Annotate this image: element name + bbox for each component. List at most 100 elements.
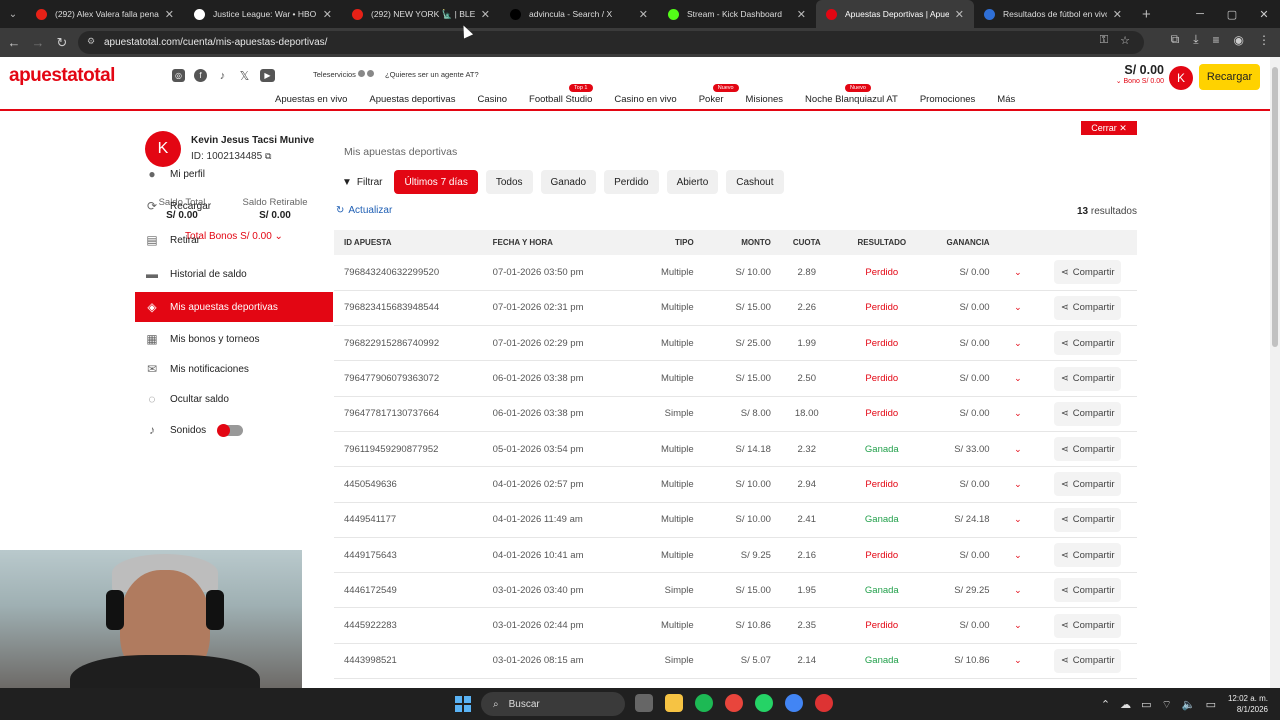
sidebar-item[interactable]: ▦ Mis bonos y torneos [135,324,333,354]
expand-chevron-icon[interactable]: ⌄ [997,607,1039,644]
nav-item[interactable]: Promociones [920,94,975,105]
tab-search-button[interactable]: ⌄ [0,0,26,28]
filter-chip[interactable]: Todos [485,170,533,194]
expand-chevron-icon[interactable]: ⌄ [997,325,1039,362]
task-view-icon[interactable] [635,694,653,712]
back-icon[interactable]: ← [2,35,26,50]
filter-chip[interactable]: Cashout [726,170,784,194]
sidebar-item[interactable]: ◈ Mis apuestas deportivas [135,292,333,322]
facebook-icon[interactable]: f [194,69,207,82]
taskbar-clock[interactable]: 12:02 a. m. 8/1/2026 [1228,693,1268,715]
share-button[interactable]: ⋖ Compartir [1053,543,1122,568]
expand-chevron-icon[interactable]: ⌄ [997,360,1039,397]
tab-close-icon[interactable]: ✕ [797,8,806,21]
browser-tab[interactable]: Stream - Kick Dashboard ✕ [658,0,816,28]
whatsapp-icon[interactable] [755,694,773,712]
network-icon[interactable]: ▭ [1141,698,1151,712]
expand-chevron-icon[interactable]: ⌄ [997,255,1039,291]
table-row[interactable]: 4446172549 03-01-2026 03:40 pm Simple S/ 15… [334,572,1137,609]
forward-icon[interactable]: → [26,35,50,50]
scrollbar-thumb[interactable] [1272,67,1278,347]
profile-avatar-icon[interactable]: ◉ [1234,33,1244,47]
filter-chip[interactable]: Abierto [666,170,719,194]
file-explorer-icon[interactable] [665,694,683,712]
battery-icon[interactable]: ▭ [1206,698,1216,712]
table-row[interactable]: 4450549636 04-01-2026 02:57 pm Multiple S/ … [334,466,1137,503]
recargar-button[interactable]: Recargar [1199,64,1260,90]
close-button[interactable]: Cerrar ✕ [1081,121,1137,135]
tab-close-icon[interactable]: ✕ [1113,8,1122,21]
chrome-active-icon[interactable] [785,694,803,712]
bookmark-star-icon[interactable]: ☆ [1120,34,1130,47]
bonus-balance[interactable]: ⌄ Bono S/ 0.00 [1110,77,1164,85]
taskbar-search[interactable]: ⌕ Buscar [481,692,625,716]
table-row[interactable]: 796477817130737664 06-01-2026 03:38 pm Sim… [334,396,1137,432]
teleservicios-link[interactable]: Teleservicios [313,70,375,79]
youtube-icon[interactable]: ▶ [260,69,275,82]
sound-toggle[interactable] [217,423,244,437]
password-key-icon[interactable]: ⚿ [1100,34,1108,47]
table-row[interactable]: 4443998521 03-01-2026 08:15 am Simple S/ 5.… [334,643,1137,680]
sidebar-item[interactable]: ▤ Retirar [135,225,333,255]
table-row[interactable]: 796822915286740992 07-01-2026 02:29 pm Mul… [334,325,1137,362]
nav-item[interactable]: Football Studio Top 1 [529,84,593,105]
expand-chevron-icon[interactable]: ⌄ [997,572,1039,609]
site-info-icon[interactable]: ⚙ [87,36,95,47]
table-row[interactable]: 4449175643 04-01-2026 10:41 am Multiple S/ … [334,537,1137,574]
volume-icon[interactable]: 🔈 [1182,698,1196,712]
tray-chevron-icon[interactable]: ⌃ [1101,698,1110,712]
tab-close-icon[interactable]: ✕ [955,8,964,21]
balance-display[interactable]: S/ 0.00 ⌄ Bono S/ 0.00 [1110,63,1164,85]
tab-close-icon[interactable]: ✕ [639,8,648,21]
start-icon[interactable] [455,696,471,712]
share-button[interactable]: ⋖ Compartir [1053,366,1122,391]
share-button[interactable]: ⋖ Compartir [1053,331,1122,356]
table-row[interactable]: 796119459290877952 05-01-2026 03:54 pm Mul… [334,431,1137,468]
browser-tab[interactable]: Justice League: War • HBO Max ✕ [184,0,342,28]
share-button[interactable]: ⋖ Compartir [1053,260,1122,285]
expand-chevron-icon[interactable]: ⌄ [997,396,1039,432]
extensions-icon[interactable]: ⧉ [1171,32,1180,47]
expand-chevron-icon[interactable]: ⌄ [997,431,1039,468]
sidebar-item[interactable]: ▬ Historial de saldo [135,259,333,289]
tiktok-icon[interactable]: ♪ [216,69,229,82]
tab-close-icon[interactable]: ✕ [481,8,490,21]
browser-tab[interactable]: Apuestas Deportivas | Apuesta ✕ [816,0,974,28]
download-icon[interactable]: ⤓ [1193,32,1198,47]
minimize-icon[interactable]: ─ [1184,0,1216,28]
new-tab-button[interactable]: + [1132,6,1161,23]
site-logo[interactable]: apuestatotal [9,65,115,87]
table-row[interactable]: 796843240632299520 07-01-2026 03:50 pm Mul… [334,255,1137,291]
filter-button[interactable]: ▼ Filtrar [338,170,386,194]
url-field[interactable]: ⚙ apuestatotal.com/cuenta/mis-apuestas-d… [78,31,1144,54]
instagram-icon[interactable]: ◎ [172,69,185,82]
nav-item[interactable]: Poker Nuevo [699,84,739,105]
refresh-button[interactable]: ↻ Actualizar [336,205,392,216]
media-control-icon[interactable]: ≡ [1213,33,1220,47]
expand-chevron-icon[interactable]: ⌄ [997,643,1039,680]
nav-item[interactable]: Más [997,94,1015,105]
table-row[interactable]: 4449541177 04-01-2026 11:49 am Multiple S/ … [334,502,1137,538]
agent-link[interactable]: ¿Quieres ser un agente AT? [385,70,479,79]
close-window-icon[interactable]: ✕ [1248,0,1280,28]
tab-close-icon[interactable]: ✕ [323,8,332,21]
browser-tab[interactable]: (292) NEW YORK 🗽 | BLESSD ✕ [342,0,500,28]
sidebar-item[interactable]: ⟳ Recargar [135,191,333,221]
page-scrollbar[interactable] [1270,57,1280,688]
sidebar-item[interactable]: ◌ Ocultar saldo [135,384,333,414]
sidebar-item[interactable]: ✉ Mis notificaciones [135,354,333,384]
share-button[interactable]: ⋖ Compartir [1053,648,1122,673]
share-button[interactable]: ⋖ Compartir [1053,437,1122,462]
tab-close-icon[interactable]: ✕ [165,8,174,21]
onedrive-icon[interactable]: ☁ [1120,698,1131,712]
share-button[interactable]: ⋖ Compartir [1053,472,1122,497]
browser-tab[interactable]: advincula - Search / X ✕ [500,0,658,28]
nav-item[interactable]: Misiones [746,94,784,105]
expand-chevron-icon[interactable]: ⌄ [997,502,1039,538]
wifi-icon[interactable]: ⌔ [1162,698,1172,712]
reload-icon[interactable]: ↻ [50,35,74,51]
nav-item[interactable]: Apuestas en vivo [275,94,347,105]
share-button[interactable]: ⋖ Compartir [1053,613,1122,638]
share-button[interactable]: ⋖ Compartir [1053,401,1122,426]
sidebar-item[interactable]: ♪ Sonidos [135,415,333,445]
